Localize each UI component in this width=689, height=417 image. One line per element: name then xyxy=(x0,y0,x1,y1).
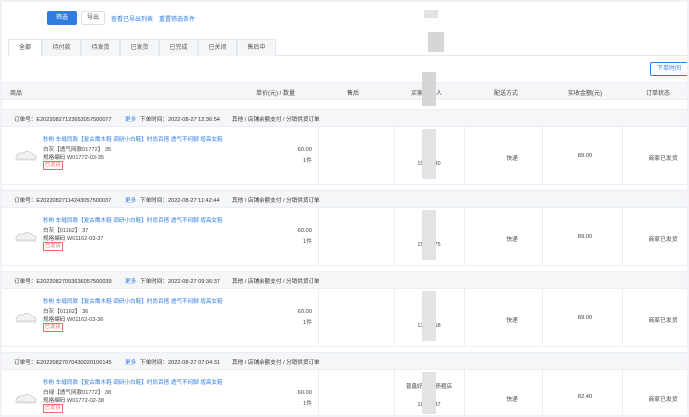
order-card: 订单号：E20220827093636057500039 更多 下单时间：202… xyxy=(2,271,687,347)
shoe-thumbnail[interactable] xyxy=(14,148,38,162)
tab-pending-payment[interactable]: 待付款 xyxy=(42,39,81,56)
order-body: 秒粉 车缝同款【复古鹰木鞋 调研小白鞋】时尚百搭 透气不闷脚 增高女鞋 白灰【0… xyxy=(2,289,687,347)
view-exports-link[interactable]: 查看已导出列表 xyxy=(111,14,153,23)
product-name-link[interactable]: 秒粉 车缝同款【复古鹰木鞋 调研小白鞋】时尚百搭 透气不闷脚 增高女鞋 xyxy=(43,135,223,143)
quantity: 1件 xyxy=(302,320,312,326)
order-number: 订单号：E20220827114243057500037 xyxy=(14,198,112,204)
tab-completed[interactable]: 已完成 xyxy=(159,39,198,56)
delivery-method: 快递 xyxy=(506,237,518,243)
order-number: 订单号：E20220827123653057500077 xyxy=(14,117,112,123)
redacted-mosaic xyxy=(422,372,436,414)
order-more-link[interactable]: 更多 xyxy=(125,115,136,123)
redacted-mosaic xyxy=(422,129,436,179)
filter-button[interactable]: 筛选 xyxy=(47,11,77,25)
paid-amount: 82.40 xyxy=(577,394,593,400)
paid-amount: 89.00 xyxy=(577,234,593,240)
order-card: 订单号：E20220827123653057500077 更多 下单时间：202… xyxy=(2,109,687,185)
product-code: 规格编码 W01162-03-37 xyxy=(43,236,104,242)
order-number: 订单号：E20220827070430020106145 xyxy=(14,360,112,366)
tab-after-sale[interactable]: 售后中 xyxy=(237,39,276,56)
redacted-mosaic xyxy=(422,72,436,106)
product-name-link[interactable]: 秒粉 车缝同款【复古鹰木鞋 调研小白鞋】时尚百搭 透气不闷脚 增高女鞋 xyxy=(43,297,223,305)
tab-closed[interactable]: 已关闭 xyxy=(198,39,237,56)
shoe-thumbnail[interactable] xyxy=(14,229,38,243)
order-time: 下单时间：2022-08-27 07:04:31 xyxy=(140,360,220,366)
toolbar: 筛选 导出 查看已导出列表 重置筛选条件 xyxy=(2,2,687,32)
order-status: 商家已发货 xyxy=(648,237,678,243)
unit-price: 60.00 xyxy=(297,147,312,153)
order-header: 订单号：E20220827070430020106145 更多 下单时间：202… xyxy=(2,352,687,370)
order-card: 订单号：E20220827070430020106145 更多 下单时间：202… xyxy=(2,352,687,415)
order-type: 其他 / 店铺余额支付 / 分销供货订单 xyxy=(232,279,320,285)
unit-price: 60.00 xyxy=(297,309,312,315)
shoe-thumbnail[interactable] xyxy=(14,391,38,405)
status-badge: 已发货 xyxy=(43,323,63,332)
quantity: 1件 xyxy=(302,401,312,407)
order-more-link[interactable]: 更多 xyxy=(125,196,136,204)
col-price-qty: 单价(元) / 数量 xyxy=(256,91,295,97)
col-paid: 实收金额(元) xyxy=(568,91,602,97)
col-after-sale: 售后 xyxy=(347,91,360,97)
order-body: 秒粉 车缝同款【复古鹰木鞋 调研小白鞋】时尚百搭 透气不闷脚 增高女鞋 白灰【0… xyxy=(2,208,687,266)
order-status: 商家已发货 xyxy=(648,318,678,324)
order-card: 订单号：E20220827114243057500037 更多 下单时间：202… xyxy=(2,190,687,266)
order-header: 订单号：E20220827114243057500037 更多 下单时间：202… xyxy=(2,190,687,208)
status-badge: 已发货 xyxy=(43,404,63,413)
product-name-link[interactable]: 秒粉 车缝同款【复古鹰木鞋 调研小白鞋】时尚百搭 透气不闷脚 增高女鞋 xyxy=(43,216,223,224)
order-more-link[interactable]: 更多 xyxy=(125,358,136,366)
order-list-page: 筛选 导出 查看已导出列表 重置筛选条件 全部 待付款 待发货 已发货 已完成 … xyxy=(2,2,687,415)
tab-all[interactable]: 全部 xyxy=(8,39,42,57)
order-number: 订单号：E20220827093636057500039 xyxy=(14,279,112,285)
table-header: 商品 单价(元) / 数量 售后 买家 人 配送方式 实收金额(元) 订单状态 xyxy=(2,82,687,100)
order-time: 下单时间：2022-08-27 11:42:44 xyxy=(140,198,220,204)
paid-amount: 89.00 xyxy=(577,315,593,321)
order-body: 秒粉 车缝同款【复古鹰木鞋 调研小白鞋】时尚百搭 透气不闷脚 增高女鞋 白灰【透… xyxy=(2,127,687,185)
order-status: 商家已发货 xyxy=(648,397,678,403)
order-type: 其他 / 店铺余额支付 / 分销供货订单 xyxy=(232,117,320,123)
order-more-link[interactable]: 更多 xyxy=(125,277,136,285)
order-header: 订单号：E20220827123653057500077 更多 下单时间：202… xyxy=(2,109,687,127)
export-button[interactable]: 导出 xyxy=(81,11,105,25)
col-status: 订单状态 xyxy=(646,91,671,97)
order-time-sort-button[interactable]: 下单时间 xyxy=(650,62,687,76)
product-sku: 白灰【01162】 37 xyxy=(43,228,89,234)
product-name-link[interactable]: 秒粉 车缝同款【复古鹰木鞋 调研小白鞋】时尚百搭 透气不闷脚 增高女鞋 xyxy=(43,378,223,386)
reset-filter-link[interactable]: 重置筛选条件 xyxy=(159,14,195,23)
quantity: 1件 xyxy=(302,158,312,164)
status-tabs: 全部 待付款 待发货 已发货 已完成 已关闭 售后中 xyxy=(8,39,687,57)
product-code: 规格编码 W01772-02-38 xyxy=(43,398,104,404)
product-code: 规格编码 W01162-03-36 xyxy=(43,317,104,323)
redacted-mosaic xyxy=(422,210,436,260)
product-code: 规格编码 W01772-03-35 xyxy=(43,155,104,161)
order-body: 秒粉 车缝同款【复古鹰木鞋 调研小白鞋】时尚百搭 透气不闷脚 增高女鞋 白绿【透… xyxy=(2,370,687,415)
order-type: 其他 / 店铺余额支付 / 分销供货订单 xyxy=(232,360,320,366)
order-time: 下单时间：2022-08-27 09:36:37 xyxy=(140,279,220,285)
order-time: 下单时间：2022-08-27 12:36:54 xyxy=(140,117,220,123)
unit-price: 60.00 xyxy=(297,228,312,234)
redacted-mosaic xyxy=(424,10,438,18)
status-badge: 已发货 xyxy=(43,161,63,170)
unit-price: 60.00 xyxy=(297,390,312,396)
product-sku: 白灰【01162】 36 xyxy=(43,309,89,315)
quantity: 1件 xyxy=(302,239,312,245)
tab-shipped[interactable]: 已发货 xyxy=(120,39,159,56)
col-product: 商品 xyxy=(10,91,23,97)
delivery-method: 快递 xyxy=(506,318,518,324)
delivery-method: 快递 xyxy=(506,156,518,162)
order-status: 商家已发货 xyxy=(648,156,678,162)
col-delivery: 配送方式 xyxy=(494,91,519,97)
delivery-method: 快递 xyxy=(506,397,518,403)
order-header: 订单号：E20220827093636057500039 更多 下单时间：202… xyxy=(2,271,687,289)
col-buyer-suffix: 人 xyxy=(436,91,443,97)
product-sku: 白绿【透气网款01772】 38 xyxy=(43,390,112,396)
status-badge: 已发货 xyxy=(43,242,63,251)
paid-amount: 89.00 xyxy=(577,153,593,159)
shoe-thumbnail[interactable] xyxy=(14,310,38,324)
redacted-mosaic xyxy=(422,291,436,341)
tab-pending-shipment[interactable]: 待发货 xyxy=(81,39,120,56)
product-sku: 白灰【透气网款01772】 35 xyxy=(43,147,112,153)
order-type: 其他 / 店铺余额支付 / 分销供货订单 xyxy=(232,198,320,204)
